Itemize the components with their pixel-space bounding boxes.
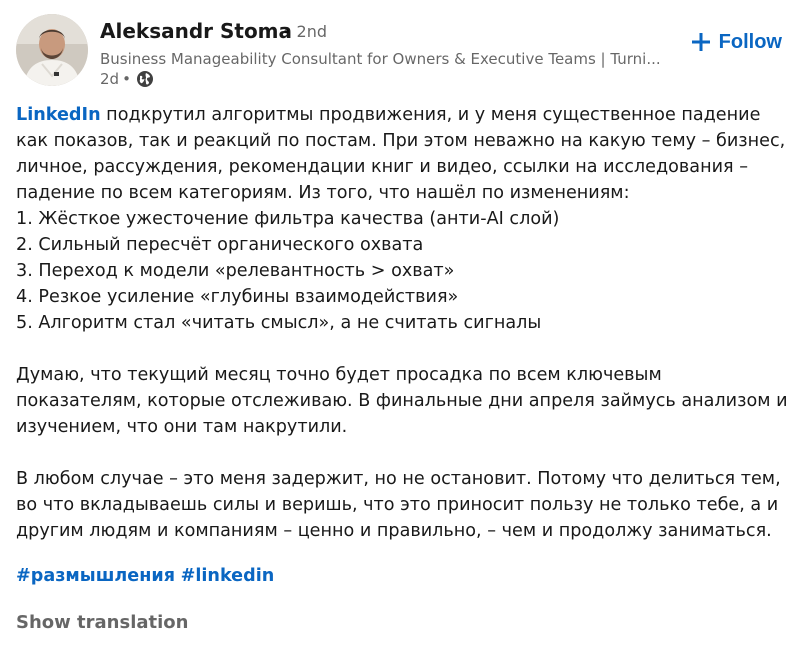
intro-text: подкрутил алгоритмы продвижения, и у мен… bbox=[16, 105, 786, 203]
post-paragraph-1: LinkedIn подкрутил алгоритмы продвижения… bbox=[16, 102, 788, 336]
show-translation-button[interactable]: Show translation bbox=[16, 610, 188, 636]
globe-icon bbox=[136, 70, 154, 88]
follow-button[interactable]: Follow bbox=[687, 24, 786, 60]
mention-linkedin[interactable]: LinkedIn bbox=[16, 105, 101, 125]
profile-photo-icon bbox=[16, 14, 88, 86]
plus-icon bbox=[691, 32, 711, 52]
list-item-2: 2. Сильный пересчёт органического охвата bbox=[16, 235, 424, 255]
hashtags: #размышления #linkedin bbox=[16, 563, 274, 589]
feed-post: Aleksandr Stoma • 2nd Business Manageabi… bbox=[0, 0, 800, 653]
list-item-3: 3. Переход к модели «релевантность > охв… bbox=[16, 261, 455, 281]
post-meta: 2d • bbox=[100, 68, 154, 90]
list-item-4: 4. Резкое усиление «глубины взаимодейств… bbox=[16, 287, 459, 307]
post-paragraph-2: Думаю, что текущий месяц точно будет про… bbox=[16, 365, 788, 437]
post-paragraph-3: В любом случае – это меня задержит, но н… bbox=[16, 469, 781, 541]
author-avatar[interactable] bbox=[16, 14, 88, 86]
follow-label: Follow bbox=[718, 30, 782, 53]
post-time: 2d bbox=[100, 70, 120, 88]
meta-separator: • bbox=[122, 70, 131, 88]
post-body: LinkedIn подкрутил алгоритмы продвижения… bbox=[16, 102, 788, 570]
post-header: Aleksandr Stoma • 2nd Business Manageabi… bbox=[16, 14, 786, 94]
author-name[interactable]: Aleksandr Stoma bbox=[100, 18, 292, 44]
hashtag-link[interactable]: #размышления bbox=[16, 566, 175, 586]
list-item-5: 5. Алгоритм стал «читать смысл», а не сч… bbox=[16, 313, 542, 333]
list-item-1: 1. Жёсткое ужесточение фильтра качества … bbox=[16, 209, 560, 229]
connection-degree: • 2nd bbox=[282, 22, 327, 41]
hashtag-link[interactable]: #linkedin bbox=[181, 566, 275, 586]
author-headline[interactable]: Business Manageability Consultant for Ow… bbox=[100, 49, 680, 69]
